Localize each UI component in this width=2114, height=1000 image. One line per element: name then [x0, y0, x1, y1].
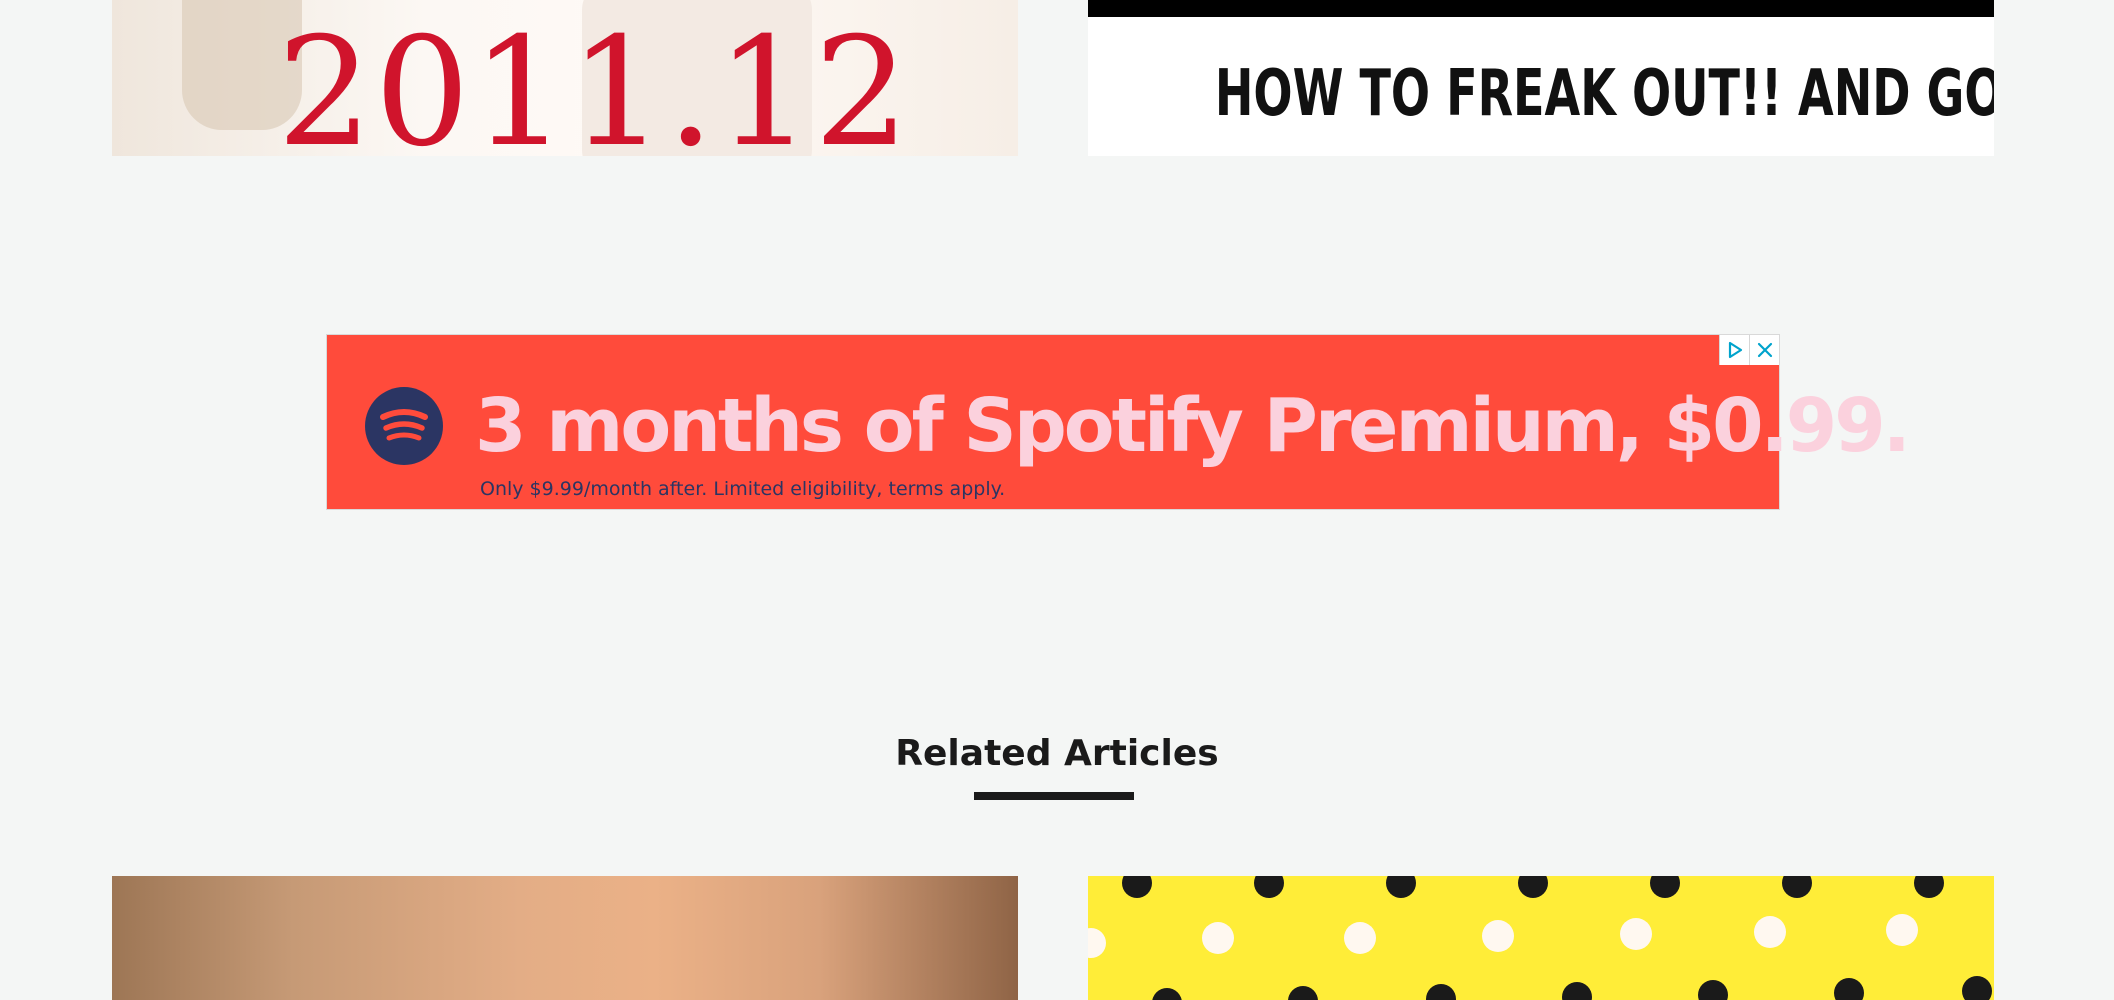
polka-dot [1386, 876, 1416, 898]
polka-dot [1152, 988, 1182, 1000]
polka-dot [1288, 986, 1318, 1000]
polka-dot [1620, 918, 1652, 950]
spotify-logo-icon [365, 387, 443, 465]
related-article-image-1[interactable] [112, 876, 1018, 1000]
polka-dot [1754, 916, 1786, 948]
polka-dot [1650, 876, 1680, 898]
polka-dot [1562, 982, 1592, 1000]
article-card-image-freak-out[interactable]: HOW TO FREAK OUT!! AND GO CRAZY!! [1088, 0, 1994, 156]
image-date-text: 2011.12 [277, 6, 912, 156]
spotify-ad-banner[interactable]: 3 months of Spotify Premium, $0.99. Only… [326, 334, 1911, 510]
polka-dot [1122, 876, 1152, 898]
polka-dot [1914, 876, 1944, 898]
polka-dot [1518, 876, 1548, 898]
polka-dot [1886, 914, 1918, 946]
ad-headline: 3 months of Spotify Premium, $0.99. [475, 383, 1911, 469]
close-icon[interactable] [1749, 335, 1779, 365]
adchoices-icon[interactable] [1719, 335, 1749, 365]
polka-dot [1782, 876, 1812, 898]
image-top-bar [1088, 0, 1994, 17]
ad-subtext: Only $9.99/month after. Limited eligibil… [480, 478, 1006, 500]
heading-underline [974, 792, 1134, 800]
polka-dot [1202, 922, 1234, 954]
related-articles-heading: Related Articles [895, 733, 1219, 774]
polka-dot [1698, 980, 1728, 1000]
polka-dot [1482, 920, 1514, 952]
polka-dot [1962, 976, 1992, 1000]
article-card-image-2011-12[interactable]: 2011.12 [112, 0, 1018, 156]
related-article-image-2[interactable] [1088, 876, 1994, 1000]
image-headline-text: HOW TO FREAK OUT!! AND GO CRAZY!! [1214, 57, 1994, 131]
polka-dot [1426, 984, 1456, 1000]
polka-dot [1344, 922, 1376, 954]
polka-dot [1834, 978, 1864, 1000]
ad-controls [1719, 335, 1779, 365]
page: 2011.12 HOW TO FREAK OUT!! AND GO CRAZY!… [0, 0, 2114, 1000]
polka-dot [1088, 928, 1106, 958]
polka-dot [1254, 876, 1284, 898]
